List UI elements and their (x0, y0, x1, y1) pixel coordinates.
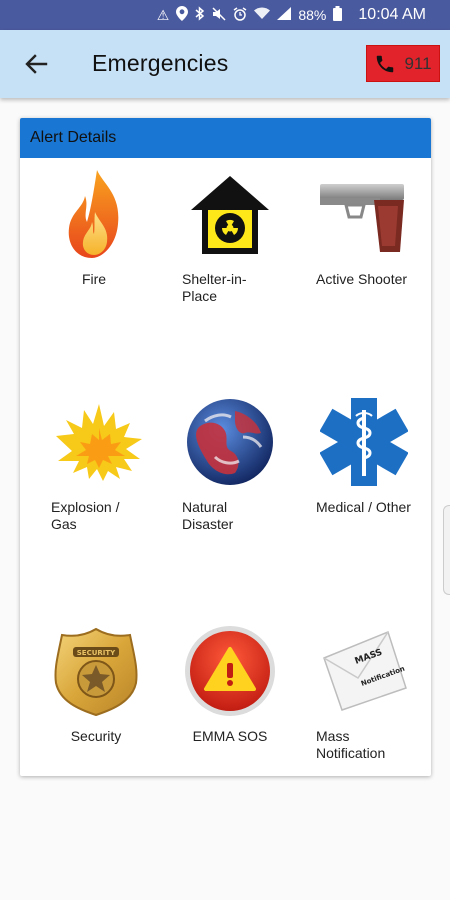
alert-tile-active-shooter[interactable]: Active Shooter (314, 158, 424, 348)
globe-icon (180, 396, 280, 488)
security-badge-icon: SECURITY (46, 625, 146, 717)
explosion-icon (49, 396, 149, 488)
star-of-life-icon (314, 396, 414, 488)
location-pin-icon (176, 6, 189, 24)
alert-label: Mass Notification (316, 728, 386, 761)
warning-triangle-icon: ⚠ (156, 6, 170, 23)
alert-label: Natural Disaster (182, 499, 234, 532)
app-bar: Emergencies 911 (0, 30, 450, 98)
alert-tile-fire[interactable]: Fire (44, 158, 154, 348)
status-icons: ⚠ 88% (157, 6, 349, 24)
alert-details-card: Alert Details Fire Shelter-in-Place Acti… (20, 118, 431, 776)
alert-label: Explosion / Gas (51, 499, 120, 532)
card-header: Alert Details (20, 118, 431, 158)
alert-tile-medical-other[interactable]: Medical / Other (314, 386, 424, 576)
arrow-left-icon (25, 54, 48, 74)
mass-notification-icon: MASS Notification (314, 625, 414, 717)
alert-tile-mass-notification[interactable]: MASS Notification Mass Notification (314, 615, 424, 776)
alert-label: Security (70, 728, 122, 744)
side-scroll-handle[interactable] (443, 505, 450, 595)
warning-sos-icon (180, 625, 280, 717)
alert-tile-emma-sos[interactable]: EMMA SOS (180, 615, 290, 776)
clock: 10:04 AM (358, 6, 426, 23)
mute-icon (212, 6, 226, 24)
badge-text: SECURITY (77, 649, 116, 657)
radiation-shelter-icon (180, 168, 280, 260)
handgun-icon (314, 168, 414, 260)
alert-tile-security[interactable]: SECURITY Security (46, 615, 156, 776)
battery-icon (333, 6, 343, 24)
battery-percent: 88% (298, 7, 327, 23)
alert-tile-explosion-gas[interactable]: Explosion / Gas (49, 386, 159, 576)
alert-grid: Fire Shelter-in-Place Active Shooter Exp… (20, 158, 431, 776)
bluetooth-icon (195, 6, 205, 24)
page-title: Emergencies (92, 50, 229, 76)
alert-label: Shelter-in-Place (182, 271, 247, 304)
alert-label: Fire (81, 271, 107, 287)
signal-icon (277, 7, 292, 23)
call-button-label: 911 (404, 53, 432, 73)
status-bar: ⚠ 88% 10:04 AM (0, 0, 450, 30)
alert-label: Active Shooter (316, 271, 408, 287)
alert-label: EMMA SOS (192, 728, 268, 744)
alert-tile-natural-disaster[interactable]: Natural Disaster (180, 386, 290, 576)
call-911-button[interactable]: 911 (366, 45, 440, 82)
alert-label: Medical / Other (316, 499, 411, 515)
alert-tile-shelter-in-place[interactable]: Shelter-in-Place (180, 158, 290, 348)
phone-icon (377, 55, 394, 72)
fire-icon (44, 168, 144, 260)
back-button[interactable] (20, 48, 52, 80)
wifi-icon (254, 7, 271, 23)
alarm-icon (233, 6, 247, 24)
